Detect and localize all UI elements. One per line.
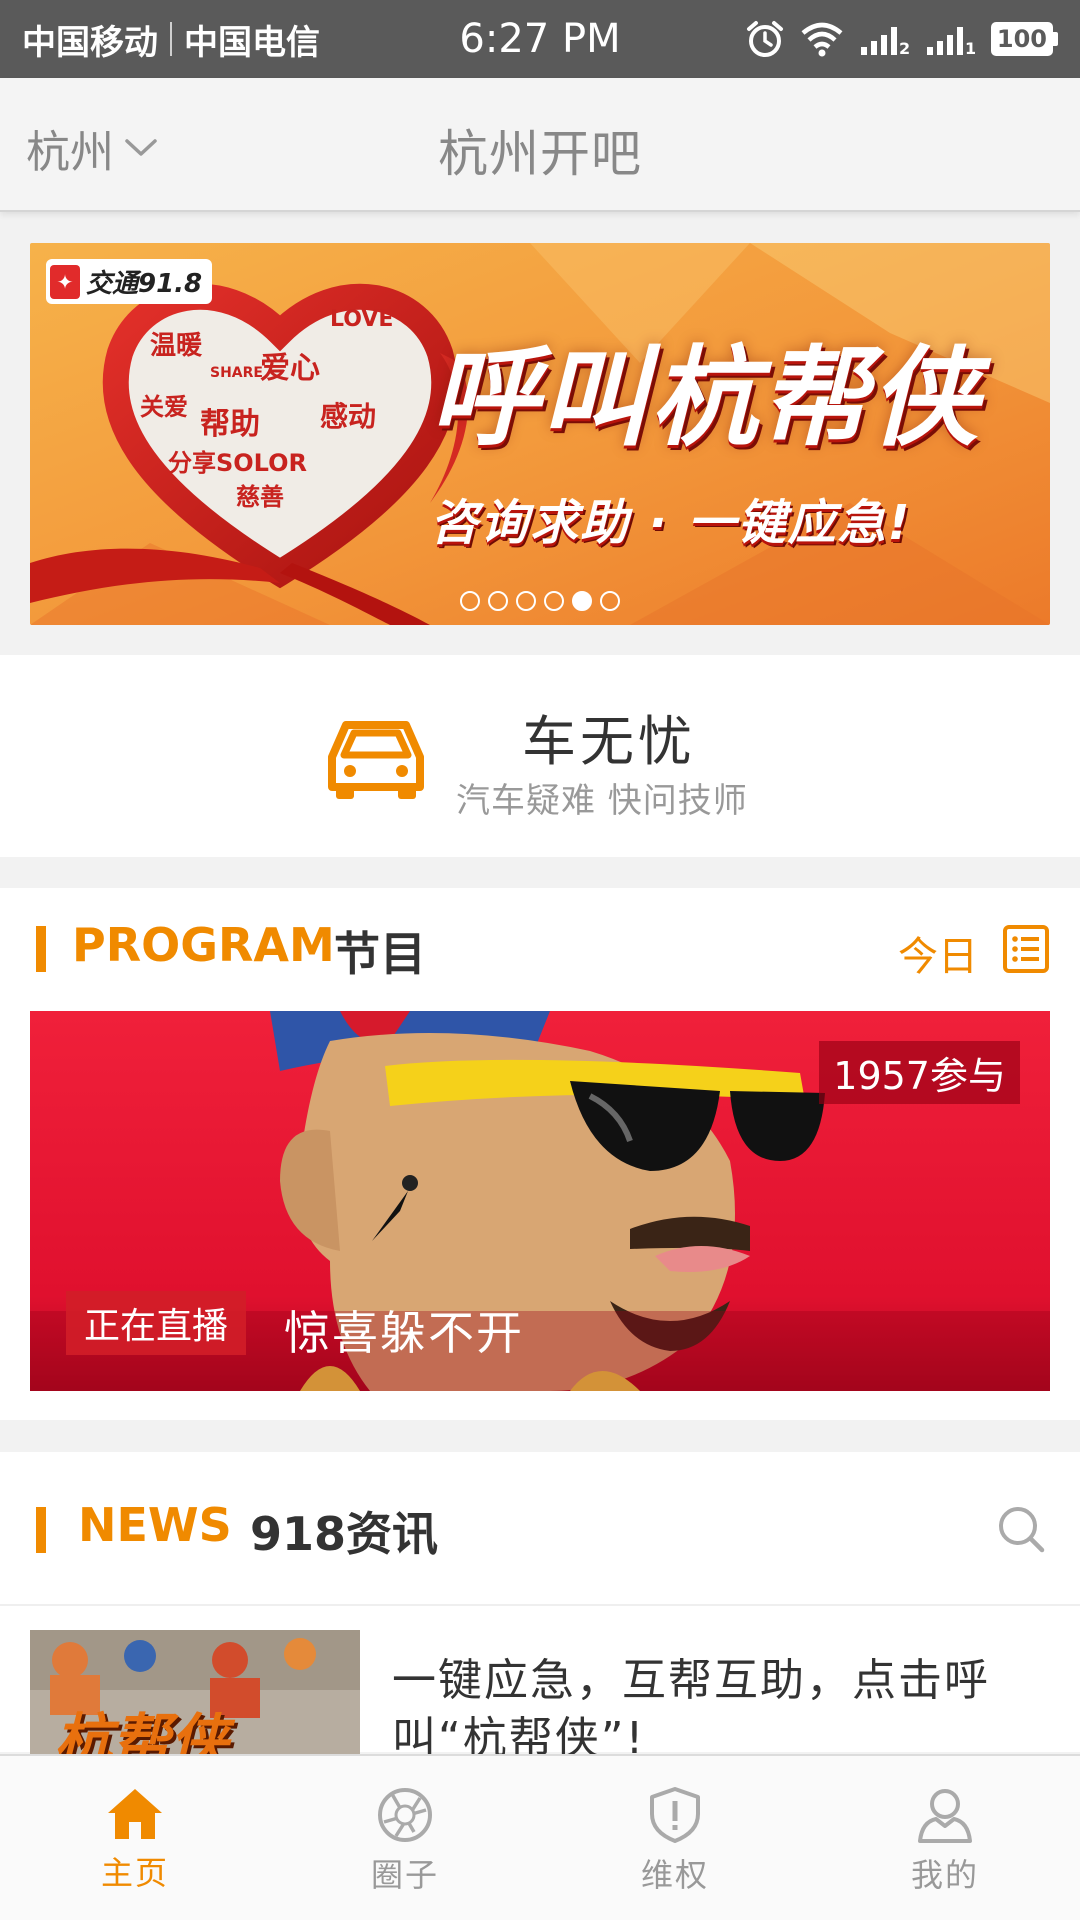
- battery-cap: [1053, 32, 1058, 46]
- status-icons: 2 1 100: [745, 19, 1058, 59]
- svg-text:1: 1: [965, 39, 975, 57]
- heart-word-cloud: 温暖 爱心 帮助 感动 关爱 分享SOLOR 慈善 LOVE SHARE: [140, 295, 410, 525]
- user-icon: [918, 1789, 972, 1843]
- carousel-dot[interactable]: [488, 591, 508, 611]
- today-link[interactable]: 今日: [898, 924, 978, 982]
- heart-word: 关爱: [140, 393, 188, 421]
- car-service-subtitle: 汽车疑难 快问技师: [456, 781, 748, 821]
- heart-word: 温暖: [150, 331, 203, 361]
- program-label-cn: 节目: [334, 927, 426, 981]
- tab-label: 主页: [100, 1854, 169, 1892]
- status-bar: 中国移动 中国电信 6:27 PM 2 1 100: [0, 0, 1080, 78]
- heart-word: LOVE: [330, 307, 394, 332]
- carousel-dot-active[interactable]: [572, 591, 592, 611]
- carousel-indicator: [30, 591, 1050, 611]
- banner-subline: 咨询求助 · 一键应急!: [430, 495, 912, 551]
- battery-indicator: 100: [990, 22, 1058, 56]
- carousel-dot[interactable]: [600, 591, 620, 611]
- search-icon[interactable]: [996, 1504, 1046, 1554]
- news-list-item[interactable]: 杭帮侠 一键应急，互帮互助，点击呼叫“杭帮侠”!: [0, 1630, 1080, 1770]
- section-accent-bar: [36, 1507, 46, 1553]
- tab-label: 圈子: [370, 1856, 439, 1894]
- tab-label: 维权: [640, 1856, 709, 1894]
- carrier-1: 中国移动: [22, 22, 158, 63]
- banner-headline: 呼叫杭帮侠: [430, 336, 981, 461]
- program-header: PROGRAM 节目 今日: [0, 888, 1080, 1010]
- carrier-2: 中国电信: [184, 22, 320, 63]
- news-section: NEWS 918资讯 杭帮侠 一键应急，互帮互助，点击呼叫“杭帮侠”!: [0, 1452, 1080, 1770]
- carousel-dot[interactable]: [544, 591, 564, 611]
- program-label-en: PROGRAM: [72, 918, 335, 972]
- home-icon: [108, 1789, 162, 1839]
- heart-word: SHARE: [210, 365, 263, 381]
- carousel-dot[interactable]: [516, 591, 536, 611]
- heart-word: 爱心: [260, 351, 320, 386]
- program-live-card[interactable]: 1957参与 正在直播 惊喜躲不开: [30, 1011, 1050, 1391]
- svg-text:2: 2: [899, 39, 909, 57]
- radio-logo: ✦ 交通91.8: [46, 259, 213, 304]
- tab-rights[interactable]: 维权: [540, 1756, 810, 1920]
- car-service-title: 车无忧: [522, 710, 696, 773]
- wifi-icon: [801, 22, 843, 57]
- bottom-tab-bar: 主页 圈子 维权 我的: [0, 1754, 1080, 1920]
- carrier-separator: [170, 22, 172, 56]
- heart-word: 分享SOLOR: [168, 449, 308, 477]
- section-accent-bar: [36, 926, 46, 972]
- tab-mine[interactable]: 我的: [810, 1756, 1080, 1920]
- heart-word: 感动: [320, 400, 377, 433]
- list-icon[interactable]: [1002, 924, 1050, 974]
- participants-badge: 1957参与: [819, 1041, 1020, 1104]
- title-bar: 杭州 杭州开吧: [0, 78, 1080, 212]
- carrier-info: 中国移动 中国电信: [22, 15, 320, 64]
- carousel-dot[interactable]: [460, 591, 480, 611]
- car-icon: [328, 721, 424, 799]
- signal-icon-sim1: 1: [926, 27, 975, 57]
- news-divider: [0, 1604, 1080, 1606]
- car-service-card[interactable]: 车无忧 汽车疑难 快问技师: [0, 655, 1080, 857]
- news-label-en: NEWS: [78, 1498, 232, 1552]
- radio-logo-text: 交通91.8: [86, 269, 203, 299]
- app-screen: 中国移动 中国电信 6:27 PM 2 1 100 杭州 杭州开吧 温暖 爱心 …: [0, 0, 1080, 1920]
- shield-icon: [650, 1787, 700, 1843]
- banner-carousel[interactable]: 温暖 爱心 帮助 感动 关爱 分享SOLOR 慈善 LOVE SHARE ✦ 交…: [30, 243, 1050, 625]
- news-thumbnail: 杭帮侠: [30, 1630, 360, 1770]
- battery-level: 100: [990, 22, 1053, 56]
- heart-word: 慈善: [236, 483, 284, 511]
- news-title: 一键应急，互帮互助，点击呼叫“杭帮侠”!: [392, 1655, 990, 1764]
- live-show-title: 惊喜躲不开: [284, 1306, 524, 1360]
- program-section: PROGRAM 节目 今日 1957参与 正在直播 惊喜躲不开: [0, 888, 1080, 1420]
- aperture-icon: [378, 1788, 432, 1842]
- news-label-cn: 918资讯: [250, 1507, 439, 1561]
- tab-label: 我的: [910, 1856, 979, 1894]
- heart-word: 帮助: [200, 407, 260, 442]
- tab-circle[interactable]: 圈子: [270, 1756, 540, 1920]
- page-title: 杭州开吧: [438, 125, 642, 183]
- live-badge: 正在直播: [66, 1291, 247, 1355]
- signal-icon-sim2: 2: [860, 27, 909, 57]
- alarm-icon: [746, 21, 783, 57]
- radio-logo-mark: ✦: [50, 264, 80, 299]
- tab-home[interactable]: 主页: [0, 1756, 270, 1920]
